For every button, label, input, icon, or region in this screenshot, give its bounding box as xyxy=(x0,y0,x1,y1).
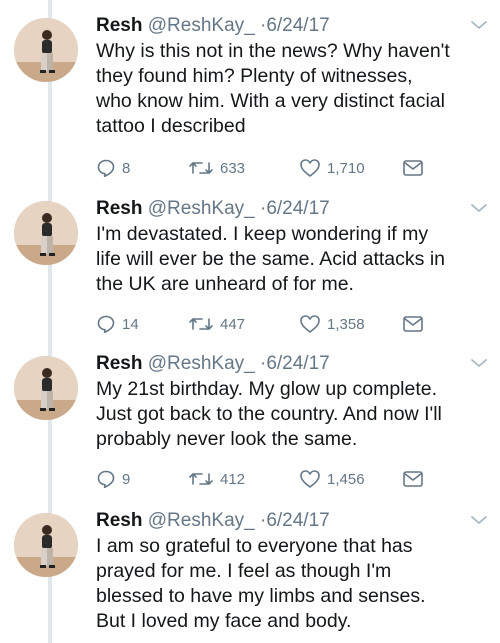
retweet-count: 633 xyxy=(220,159,246,177)
tweet-text-line: I'm devastated. I keep wondering if my xyxy=(96,223,429,245)
tweet-text-line: tattoo I described xyxy=(96,115,246,137)
avatar[interactable] xyxy=(14,513,78,577)
chevron-down-icon[interactable] xyxy=(470,356,488,370)
message-button[interactable] xyxy=(402,468,424,490)
tweet[interactable]: Resh @ReshKay_ ·6/24/17 I'm devastated. … xyxy=(0,197,500,347)
like-button[interactable]: 1,456 xyxy=(299,468,365,490)
tweet[interactable]: Resh @ReshKay_ ·6/24/17 I am so grateful… xyxy=(0,509,500,643)
tweet-text-line: Why is this not in the news? Why haven't xyxy=(96,40,450,62)
message-icon xyxy=(403,471,423,487)
tweet-date[interactable]: 6/24/17 xyxy=(266,353,329,374)
tweet-date[interactable]: 6/24/17 xyxy=(266,510,329,531)
tweet-text: I'm devastated. I keep wondering if my l… xyxy=(96,222,492,297)
message-button[interactable] xyxy=(402,157,424,179)
like-button[interactable]: 1,710 xyxy=(299,157,365,179)
tweet-text-line: My 21st birthday. My glow up complete. xyxy=(96,378,438,400)
tweet-text-line: I am so grateful to everyone that has xyxy=(96,535,413,557)
tweet-actions: 8 633 1,710 xyxy=(96,157,436,179)
tweet-text-line: the UK are unheard of for me. xyxy=(96,273,354,295)
retweet-button[interactable]: 412 xyxy=(188,468,245,490)
retweet-icon xyxy=(189,473,213,485)
author-handle[interactable]: @ReshKay_ xyxy=(148,198,255,219)
tweet-actions: 9 412 1,456 xyxy=(96,468,436,490)
tweet-header: Resh @ReshKay_ ·6/24/17 xyxy=(96,14,330,38)
reply-icon xyxy=(97,315,115,334)
reply-button[interactable]: 9 xyxy=(96,468,130,490)
author-handle[interactable]: @ReshKay_ xyxy=(148,15,255,36)
reply-icon xyxy=(97,470,115,489)
retweet-button[interactable]: 633 xyxy=(188,157,245,179)
author-name[interactable]: Resh xyxy=(96,15,142,36)
like-icon xyxy=(300,470,320,488)
reply-icon xyxy=(97,159,115,178)
reply-count: 9 xyxy=(122,470,131,488)
reply-count: 8 xyxy=(122,159,131,177)
tweet-date[interactable]: 6/24/17 xyxy=(266,198,329,219)
avatar[interactable] xyxy=(14,356,78,420)
tweet-actions: 14 447 1,358 xyxy=(96,313,436,335)
tweet-text-line: prayed for me. I feel as though I'm xyxy=(96,560,392,582)
author-handle[interactable]: @ReshKay_ xyxy=(148,353,255,374)
tweet-date[interactable]: 6/24/17 xyxy=(266,15,329,36)
tweet-header: Resh @ReshKay_ ·6/24/17 xyxy=(96,197,330,221)
tweet-text: My 21st birthday. My glow up complete. J… xyxy=(96,377,492,452)
tweet-text: I am so grateful to everyone that has pr… xyxy=(96,534,492,634)
tweet-text-line: Just got back to the country. And now I'… xyxy=(96,403,442,425)
retweet-button[interactable]: 447 xyxy=(188,313,245,335)
retweet-count: 447 xyxy=(220,315,246,333)
message-icon xyxy=(403,316,423,332)
tweet-header: Resh @ReshKay_ ·6/24/17 xyxy=(96,509,330,533)
tweet-text-line: who know him. With a very distinct facia… xyxy=(96,90,445,112)
like-count: 1,358 xyxy=(327,315,365,333)
like-icon xyxy=(300,159,320,177)
message-icon xyxy=(403,160,423,176)
like-button[interactable]: 1,358 xyxy=(299,313,365,335)
reply-count: 14 xyxy=(122,315,139,333)
reply-button[interactable]: 14 xyxy=(96,313,139,335)
chevron-down-icon[interactable] xyxy=(470,513,488,527)
retweet-icon xyxy=(189,318,213,330)
author-name[interactable]: Resh xyxy=(96,198,142,219)
chevron-down-icon[interactable] xyxy=(470,201,488,215)
tweet[interactable]: Resh @ReshKay_ ·6/24/17 Why is this not … xyxy=(0,14,500,184)
author-name[interactable]: Resh xyxy=(96,510,142,531)
tweet[interactable]: Resh @ReshKay_ ·6/24/17 My 21st birthday… xyxy=(0,352,500,502)
author-handle[interactable]: @ReshKay_ xyxy=(148,510,255,531)
avatar[interactable] xyxy=(14,18,78,82)
tweet-text-line: they found him? Plenty of witnesses, xyxy=(96,65,413,87)
avatar[interactable] xyxy=(14,201,78,265)
retweet-count: 412 xyxy=(220,470,246,488)
tweet-text-line: But I loved my face and body. xyxy=(96,610,352,632)
tweet-text: Why is this not in the news? Why haven't… xyxy=(96,39,492,139)
tweet-text-line: probably never look the same. xyxy=(96,428,358,450)
like-icon xyxy=(300,315,320,333)
tweet-text-line: life will ever be the same. Acid attacks… xyxy=(96,248,445,270)
message-button[interactable] xyxy=(402,313,424,335)
author-name[interactable]: Resh xyxy=(96,353,142,374)
tweet-header: Resh @ReshKay_ ·6/24/17 xyxy=(96,352,330,376)
like-count: 1,710 xyxy=(327,159,365,177)
retweet-icon xyxy=(189,162,213,174)
reply-button[interactable]: 8 xyxy=(96,157,130,179)
tweet-text-line: blessed to have my limbs and senses. xyxy=(96,585,426,607)
like-count: 1,456 xyxy=(327,470,365,488)
chevron-down-icon[interactable] xyxy=(470,18,488,32)
